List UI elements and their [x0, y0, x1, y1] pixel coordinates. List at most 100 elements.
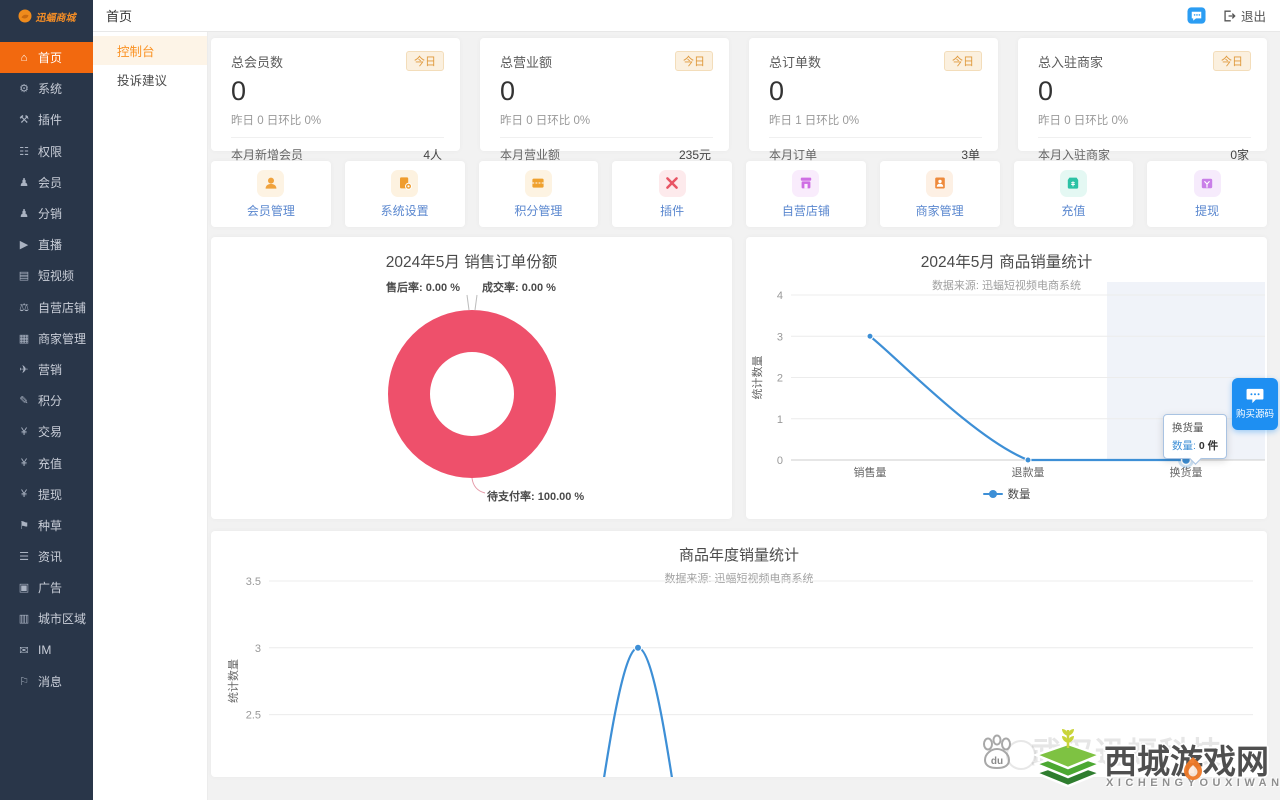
stat-card-header: 总入驻商家今日 [1038, 51, 1251, 71]
shortcut-plugin[interactable]: 插件 [612, 161, 732, 227]
sidebar-item-member[interactable]: ♟会员 [0, 167, 93, 198]
shortcut-label: 插件 [660, 202, 684, 219]
stat-card-subtext: 昨日 0 日环比 0% [231, 112, 444, 128]
logo-icon [18, 9, 32, 23]
sidebar-item-system[interactable]: ⚙ 系统 [0, 73, 93, 104]
stat-card-footer: 本月入驻商家0家 [1038, 137, 1251, 163]
stat-card-subtext: 昨日 1 日环比 0% [769, 112, 982, 128]
stat-card-footer: 本月新增会员4人 [231, 137, 444, 163]
grass-icon: ⚑ [17, 519, 31, 532]
stat-card-subtext: 昨日 0 日环比 0% [500, 112, 713, 128]
sidebar-item-label: 广告 [38, 579, 62, 596]
topbar-right: 退出 [1187, 6, 1266, 25]
charts-row: 2024年5月 销售订单份额 售后率: 0.00 % 成交率: 0.00 % 待… [211, 237, 1267, 519]
recharge-icon: ¥ [17, 457, 31, 469]
sidebar-item-label: 直播 [38, 236, 62, 253]
distribution-icon: ♟ [17, 207, 31, 220]
sales-line-chart-card: 2024年5月 商品销量统计 数据来源: 迅蝠短视频电商系统 01234销售量退… [746, 237, 1267, 519]
annual-line-chart[interactable]: 3.532.521.51统计数量 [211, 531, 1267, 777]
stat-card: 总入驻商家今日0昨日 0 日环比 0%本月入驻商家0家 [1018, 38, 1267, 151]
stat-card: 总营业额今日0昨日 0 日环比 0%本月营业额235元 [480, 38, 729, 151]
tab-home[interactable]: 首页 [106, 6, 132, 25]
stat-card-title: 总营业额 [500, 52, 552, 71]
system-icon: ⚙ [17, 82, 31, 95]
stat-card-subtext: 昨日 0 日环比 0% [1038, 112, 1251, 128]
stat-cards-row: 总会员数今日0昨日 0 日环比 0%本月新增会员4人总营业额今日0昨日 0 日环… [211, 38, 1267, 151]
sidebar-item-withdraw[interactable]: ¥提现 [0, 479, 93, 510]
stat-card: 总会员数今日0昨日 0 日环比 0%本月新增会员4人 [211, 38, 460, 151]
svg-text:统计数量: 统计数量 [751, 356, 764, 400]
chart-legend[interactable]: 数量 [746, 486, 1267, 502]
svg-text:3: 3 [777, 331, 783, 343]
sidebar-item-permission[interactable]: ☷ 权限 [0, 136, 93, 167]
member-icon: ♟ [17, 176, 31, 189]
tooltip-series-label: 数量: [1172, 440, 1196, 452]
exit-icon [1222, 9, 1236, 23]
stat-card-title: 总订单数 [769, 52, 821, 71]
shortcut-system-settings[interactable]: 系统设置 [345, 161, 465, 227]
sidebar-item-recharge[interactable]: ¥ 充值 [0, 447, 93, 478]
sidebar-item-self-store[interactable]: ⚖自营店铺 [0, 292, 93, 323]
sidebar-item-short-video[interactable]: ▤短视频 [0, 260, 93, 291]
submenu-item-console[interactable]: 控制台 [93, 36, 207, 65]
stat-card-title: 总会员数 [231, 52, 283, 71]
submenu: 控制台投诉建议 [93, 32, 208, 800]
svg-text:3: 3 [255, 643, 261, 655]
sidebar-item-label: 资讯 [38, 548, 62, 565]
shortcut-withdraw[interactable]: 提现 [1147, 161, 1267, 227]
sidebar-item-plugin[interactable]: ⚒插件 [0, 104, 93, 135]
buy-source-label: 购买源码 [1236, 406, 1274, 420]
shortcut-label: 提现 [1195, 202, 1219, 219]
withdraw-icon [1194, 170, 1221, 197]
shortcut-member-management[interactable]: 会员管理 [211, 161, 331, 227]
trade-icon: ¥ [17, 426, 31, 438]
sidebar-item-im[interactable]: ✉IM [0, 635, 93, 666]
sidebar-item-label: 充值 [38, 455, 62, 472]
sidebar-item-label: 系统 [38, 80, 62, 97]
permission-icon: ☷ [17, 145, 31, 158]
shortcut-label: 充值 [1061, 202, 1085, 219]
sidebar-item-ad[interactable]: ▣广告 [0, 572, 93, 603]
shortcut-self-store[interactable]: 自营店铺 [746, 161, 866, 227]
shortcut-merchant-management[interactable]: 商家管理 [880, 161, 1000, 227]
shortcut-label: 系统设置 [381, 202, 429, 219]
sidebar-item-label: 插件 [38, 111, 62, 128]
plugin-icon [659, 170, 686, 197]
svg-text:退款量: 退款量 [1012, 465, 1045, 479]
sidebar-item-marketing[interactable]: ✈营销 [0, 354, 93, 385]
sidebar-item-message[interactable]: ⚐消息 [0, 666, 93, 697]
logout-button[interactable]: 退出 [1222, 6, 1266, 25]
sidebar-item-grass[interactable]: ⚑种草 [0, 510, 93, 541]
points-icon: ✎ [17, 394, 31, 407]
svg-text:0: 0 [777, 455, 783, 467]
sidebar-item-points[interactable]: ✎积分 [0, 385, 93, 416]
buy-source-button[interactable]: 购买源码 [1232, 378, 1278, 430]
sidebar-item-label: 营销 [38, 361, 62, 378]
sidebar-item-live[interactable]: ▶ 直播 [0, 229, 93, 260]
donut-chart[interactable] [211, 237, 732, 519]
sidebar-item-home[interactable]: ⌂首页 [0, 42, 93, 73]
sidebar-item-label: 权限 [38, 143, 62, 160]
sidebar-item-trade[interactable]: ¥交易 [0, 416, 93, 447]
customer-service-icon[interactable] [1187, 6, 1206, 25]
svg-text:销售量: 销售量 [854, 465, 887, 479]
stat-card: 总订单数今日0昨日 1 日环比 0%本月订单3单 [749, 38, 998, 151]
topbar-main: 首页 退出 [93, 0, 1280, 31]
stat-card-value: 0 [500, 77, 713, 107]
app-logo: 迅蝠商城 [0, 0, 93, 32]
sidebar-item-label: 首页 [38, 49, 62, 66]
svg-text:1: 1 [777, 414, 783, 426]
merchant-manage-icon: ▦ [17, 332, 31, 345]
live-icon: ▶ [17, 238, 31, 251]
sidebar-item-city[interactable]: ▥城市区域 [0, 603, 93, 634]
svg-text:统计数量: 统计数量 [227, 659, 240, 703]
submenu-item-complaint[interactable]: 投诉建议 [93, 65, 207, 94]
svg-text:2.5: 2.5 [246, 710, 261, 722]
sidebar-item-distribution[interactable]: ♟分销 [0, 198, 93, 229]
shortcut-points-management[interactable]: 积分管理 [479, 161, 599, 227]
sidebar-item-news[interactable]: ☰资讯 [0, 541, 93, 572]
shortcut-recharge[interactable]: 充值 [1014, 161, 1134, 227]
sidebar-item-merchant-manage[interactable]: ▦商家管理 [0, 323, 93, 354]
stat-card-title: 总入驻商家 [1038, 52, 1103, 71]
sales-line-chart[interactable]: 01234销售量退款量换货量统计数量 [746, 237, 1267, 519]
